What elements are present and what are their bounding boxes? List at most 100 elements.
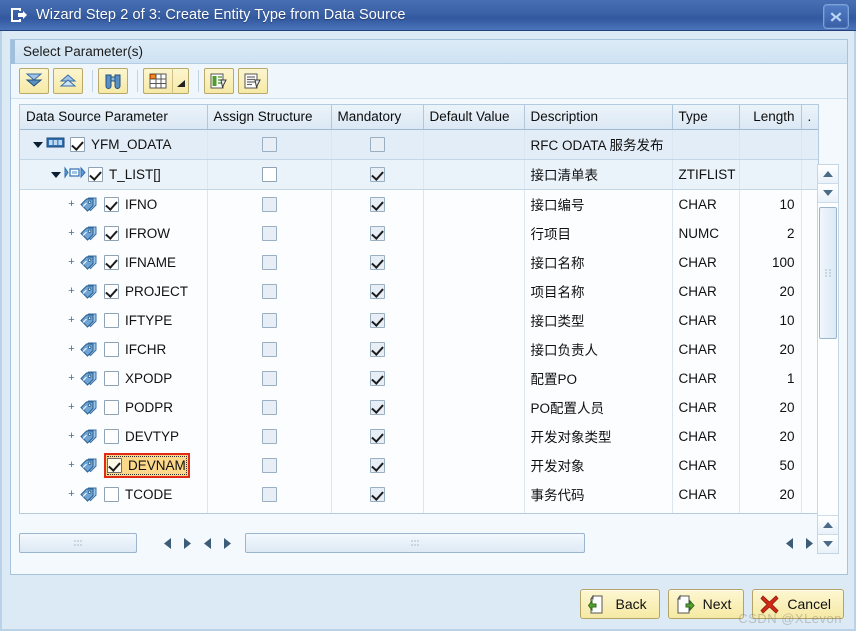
cell-default-value[interactable] bbox=[423, 189, 525, 219]
cell-parameter[interactable]: + DEVTYP bbox=[20, 421, 208, 451]
expander-expand-icon[interactable]: + bbox=[66, 372, 77, 384]
row-checkbox[interactable] bbox=[104, 399, 119, 415]
next-button[interactable]: Next bbox=[667, 589, 745, 619]
expander-expand-icon[interactable]: + bbox=[66, 459, 77, 471]
row-checkbox[interactable] bbox=[104, 283, 119, 299]
expander-expand-icon[interactable]: + bbox=[66, 343, 77, 355]
table-row[interactable]: + DEVTYP 开发对象类型 CHAR 20 bbox=[20, 421, 818, 451]
mandatory-checkbox[interactable] bbox=[369, 166, 385, 182]
expander-expand-icon[interactable]: + bbox=[66, 285, 77, 297]
assign-structure-checkbox[interactable] bbox=[261, 341, 277, 357]
row-checkbox[interactable] bbox=[104, 254, 119, 270]
vertical-scroll-track[interactable] bbox=[818, 203, 838, 515]
cell-type[interactable]: CHAR bbox=[672, 479, 740, 509]
scroll-down-button[interactable] bbox=[818, 534, 838, 553]
cell-assign-structure[interactable] bbox=[207, 450, 332, 480]
cell-mandatory[interactable] bbox=[331, 479, 424, 509]
table-row[interactable]: + IFTYPE 接口类型 CHAR 10 bbox=[20, 305, 818, 335]
mandatory-checkbox[interactable] bbox=[369, 136, 385, 152]
column-header-length[interactable]: Length bbox=[739, 105, 802, 130]
cell-length[interactable]: 10 bbox=[739, 508, 802, 513]
expander-expand-icon[interactable]: + bbox=[66, 198, 77, 210]
table-row[interactable]: + PROJECT 项目名称 CHAR 20 bbox=[20, 276, 818, 306]
cell-description[interactable]: 配置PO bbox=[524, 363, 673, 393]
cell-description[interactable]: 项目名称 bbox=[524, 276, 673, 306]
vertical-scrollbar[interactable] bbox=[817, 164, 839, 554]
table-row[interactable]: + XPODP 配置PO CHAR 1 bbox=[20, 363, 818, 393]
cell-description[interactable]: 行项目 bbox=[524, 218, 673, 248]
cell-description[interactable]: 开发对象 bbox=[524, 450, 673, 480]
cell-description[interactable]: 请求方 bbox=[524, 508, 673, 513]
mandatory-checkbox[interactable] bbox=[369, 196, 385, 212]
column-header-default-value[interactable]: Default Value bbox=[423, 105, 525, 130]
cell-assign-structure[interactable] bbox=[207, 247, 332, 277]
cell-length[interactable]: 10 bbox=[739, 189, 802, 219]
back-button[interactable]: Back bbox=[580, 589, 660, 619]
scroll-down-button-top[interactable] bbox=[818, 184, 838, 203]
cell-mandatory[interactable] bbox=[331, 159, 424, 190]
cell-type[interactable] bbox=[672, 129, 740, 160]
expander-expand-icon[interactable]: + bbox=[66, 430, 77, 442]
table-row[interactable]: + IFNO 接口编号 CHAR 10 bbox=[20, 189, 818, 219]
scroll-right-button-2[interactable] bbox=[217, 532, 237, 554]
assign-structure-checkbox[interactable] bbox=[261, 196, 277, 212]
cell-default-value[interactable] bbox=[423, 363, 525, 393]
cell-length[interactable]: 20 bbox=[739, 479, 802, 509]
cell-type[interactable]: ZTIFLIST bbox=[672, 159, 740, 190]
find-button[interactable] bbox=[98, 68, 128, 94]
horizontal-scroll-thumb-left[interactable] bbox=[19, 533, 137, 553]
cell-default-value[interactable] bbox=[423, 479, 525, 509]
cell-parameter[interactable]: + IFTYPE bbox=[20, 305, 208, 335]
cell-mandatory[interactable] bbox=[331, 129, 424, 160]
cell-type[interactable]: CHAR bbox=[672, 305, 740, 335]
cell-assign-structure[interactable] bbox=[207, 159, 332, 190]
row-checkbox[interactable] bbox=[104, 341, 119, 357]
mandatory-checkbox[interactable] bbox=[369, 341, 385, 357]
cell-default-value[interactable] bbox=[423, 218, 525, 248]
cell-length[interactable]: 20 bbox=[739, 334, 802, 364]
row-checkbox[interactable] bbox=[104, 370, 119, 386]
assign-structure-checkbox[interactable] bbox=[261, 457, 277, 473]
cell-mandatory[interactable] bbox=[331, 392, 424, 422]
close-button[interactable] bbox=[823, 4, 849, 29]
cell-mandatory[interactable] bbox=[331, 508, 424, 513]
cell-parameter[interactable]: + PODPR bbox=[20, 392, 208, 422]
cell-length[interactable] bbox=[739, 129, 802, 160]
cell-parameter[interactable]: + IFNAME bbox=[20, 247, 208, 277]
assign-structure-checkbox[interactable] bbox=[261, 166, 277, 182]
assign-structure-checkbox[interactable] bbox=[261, 486, 277, 502]
mandatory-checkbox[interactable] bbox=[369, 370, 385, 386]
row-checkbox[interactable] bbox=[88, 166, 103, 182]
cell-assign-structure[interactable] bbox=[207, 479, 332, 509]
cell-parameter[interactable]: + TCODE bbox=[20, 479, 208, 509]
cell-default-value[interactable] bbox=[423, 305, 525, 335]
mandatory-checkbox[interactable] bbox=[369, 254, 385, 270]
cell-type[interactable]: CHAR bbox=[672, 247, 740, 277]
cell-description[interactable]: 接口名称 bbox=[524, 247, 673, 277]
assign-structure-checkbox[interactable] bbox=[261, 428, 277, 444]
row-checkbox[interactable] bbox=[104, 196, 119, 212]
scroll-right-button-1[interactable] bbox=[177, 532, 197, 554]
cell-assign-structure[interactable] bbox=[207, 129, 332, 160]
collapse-all-button[interactable] bbox=[53, 68, 83, 94]
assign-structure-checkbox[interactable] bbox=[261, 254, 277, 270]
assign-structure-checkbox[interactable] bbox=[261, 312, 277, 328]
expander-expand-icon[interactable]: + bbox=[66, 227, 77, 239]
cell-default-value[interactable] bbox=[423, 129, 525, 160]
cell-parameter[interactable]: + XPODP bbox=[20, 363, 208, 393]
cell-assign-structure[interactable] bbox=[207, 276, 332, 306]
scroll-left-button-1[interactable] bbox=[157, 532, 177, 554]
cell-type[interactable]: CHAR bbox=[672, 276, 740, 306]
cell-default-value[interactable] bbox=[423, 421, 525, 451]
table-row[interactable]: + TCODE 事务代码 CHAR 20 bbox=[20, 479, 818, 509]
horizontal-scroll-thumb-main[interactable] bbox=[245, 533, 585, 553]
cell-parameter[interactable]: + DEVNAM bbox=[20, 450, 208, 480]
scroll-right-button-3[interactable] bbox=[799, 532, 819, 554]
cell-length[interactable]: 100 bbox=[739, 247, 802, 277]
cell-length[interactable]: 20 bbox=[739, 421, 802, 451]
scroll-left-button-3[interactable] bbox=[779, 532, 799, 554]
cell-type[interactable]: CHAR bbox=[672, 392, 740, 422]
mandatory-checkbox[interactable] bbox=[369, 312, 385, 328]
cell-parameter[interactable]: YFM_ODATA bbox=[20, 129, 208, 160]
row-checkbox[interactable] bbox=[70, 136, 85, 152]
